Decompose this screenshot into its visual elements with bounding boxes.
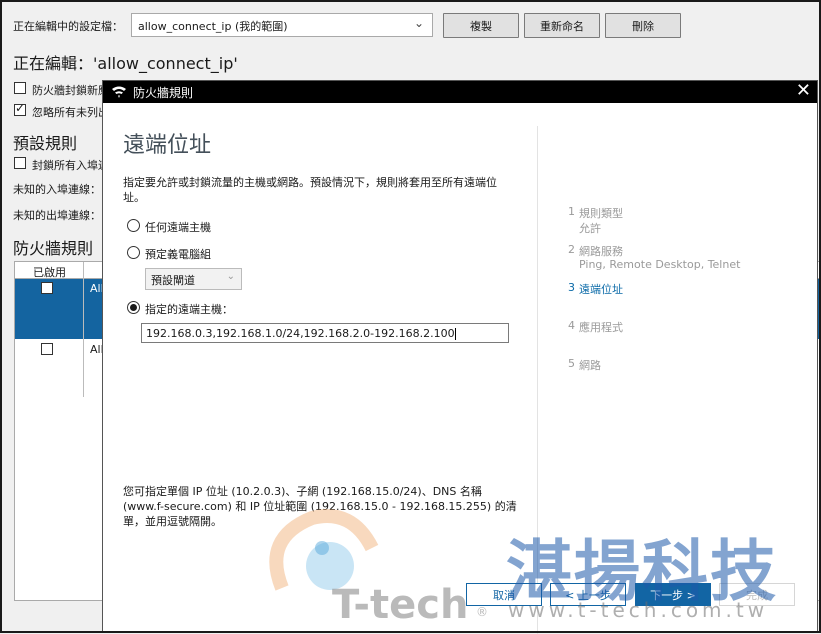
step-2-number: 2: [568, 243, 575, 256]
predefined-group-label: 預定義電腦組: [145, 248, 211, 261]
profile-select-value: allow_connect_ip (我的範圍): [138, 20, 288, 33]
predefined-group-radio[interactable]: [127, 246, 140, 259]
step-1-number: 1: [568, 205, 575, 218]
remote-host-input[interactable]: 192.168.0.3,192.168.1.0/24,192.168.2.0-1…: [141, 323, 509, 343]
step-5-label: 網路: [579, 359, 601, 372]
step-5-number: 5: [568, 357, 575, 370]
group-select-value: 預設閘道: [151, 274, 195, 287]
step-4-label: 應用程式: [579, 321, 623, 334]
specific-host-label: 指定的遠端主機：: [145, 303, 233, 316]
watermark-url: www.t-tech.com.tw: [508, 598, 769, 622]
step-3-number: 3: [568, 281, 575, 294]
col-enabled-header: 已啟用: [33, 266, 66, 279]
specific-host-radio[interactable]: [127, 301, 140, 314]
step-4-number: 4: [568, 319, 575, 332]
watermark-brand: T-tech: [332, 582, 469, 628]
text-caret: [454, 328, 456, 340]
editing-title: 正在編輯：'allow_connect_ip': [13, 54, 238, 73]
default-rules-title: 預設規則: [13, 134, 78, 153]
page-title: 遠端位址: [123, 133, 212, 158]
ignore-unlisted-label: 忽略所有未列出: [32, 106, 109, 119]
block-new-checkbox[interactable]: [14, 82, 26, 94]
dialog-titlebar: 防火牆規則 ✕: [103, 80, 817, 103]
step-1-label: 規則類型: [579, 207, 623, 220]
profile-select[interactable]: allow_connect_ip (我的範圍) ⌄: [131, 13, 433, 37]
column-divider: [83, 262, 84, 397]
step-1-sub: 允許: [579, 222, 601, 235]
watermark-registered: ®: [476, 605, 488, 619]
any-host-radio[interactable]: [127, 219, 140, 232]
delete-button[interactable]: 刪除: [605, 13, 681, 38]
step-2-label: 網路服務: [579, 245, 623, 258]
copy-button[interactable]: 複製: [443, 13, 519, 38]
f-secure-logo-icon: [112, 86, 126, 98]
rename-button[interactable]: 重新命名: [524, 13, 600, 38]
remote-host-value: 192.168.0.3,192.168.1.0/24,192.168.2.0-1…: [146, 327, 455, 340]
any-host-label: 任何遠端主機: [145, 221, 211, 234]
group-select[interactable]: 預設閘道 ⌄: [145, 268, 242, 290]
block-inbound-checkbox[interactable]: [14, 157, 26, 169]
profile-label: 正在編輯中的設定檔：: [13, 20, 123, 33]
chevron-down-icon: ⌄: [413, 16, 424, 30]
block-inbound-label: 封鎖所有入埠連: [32, 159, 109, 172]
page-description: 指定要允許或封鎖流量的主機或網路。預設情況下，規則將套用至所有遠端位址。: [123, 176, 497, 204]
unknown-outbound-label: 未知的出埠連線：: [13, 209, 101, 222]
step-2-sub: Ping, Remote Desktop, Telnet: [579, 258, 741, 271]
firewall-rules-title: 防火牆規則: [13, 239, 94, 258]
ignore-unlisted-checkbox[interactable]: [14, 101, 26, 116]
unknown-inbound-label: 未知的入埠連線：: [13, 183, 101, 196]
block-new-label: 防火牆封鎖新應: [32, 84, 109, 97]
close-icon[interactable]: ✕: [796, 80, 811, 101]
dialog-title: 防火牆規則: [133, 86, 194, 100]
step-3-label: 遠端位址: [579, 283, 623, 296]
row-enabled-checkbox[interactable]: [41, 343, 53, 355]
row-enabled-checkbox[interactable]: [41, 282, 53, 294]
chevron-down-icon: ⌄: [226, 271, 235, 282]
